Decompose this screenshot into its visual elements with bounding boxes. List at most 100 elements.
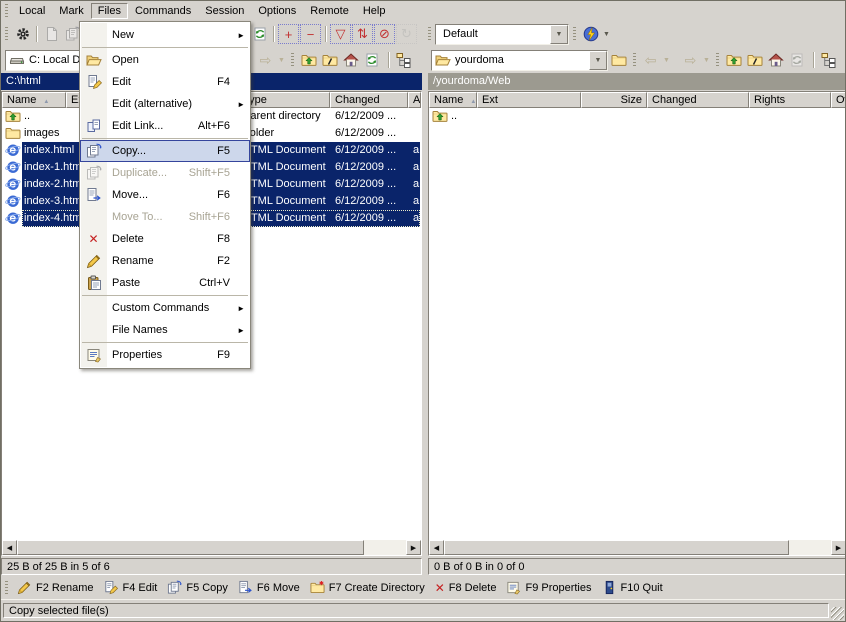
menu-item-custom-commands[interactable]: Custom Commands►: [80, 297, 250, 319]
local-horizontal-scrollbar[interactable]: ◀ ▶: [2, 540, 421, 555]
session-color-dropdown[interactable]: ▼: [601, 24, 612, 44]
f10-quit-button[interactable]: F10 Quit: [597, 578, 668, 597]
f2-rename-button[interactable]: F2 Rename: [12, 578, 98, 597]
synchronize-icon: [252, 26, 268, 42]
file-attr: a: [413, 159, 419, 176]
column-header-ext[interactable]: Ext: [477, 92, 581, 108]
remote-back-button[interactable]: ⇦: [640, 50, 661, 70]
menu-item-copy[interactable]: Copy...F5: [80, 140, 250, 162]
local-go-to-directory-button[interactable]: [319, 50, 340, 70]
copy-icon: [86, 165, 102, 181]
remote-forward-button[interactable]: ⇨: [680, 50, 701, 70]
scroll-right-button[interactable]: ▶: [406, 540, 421, 555]
open-folder-icon: [86, 52, 102, 68]
folder-slash-icon: [322, 52, 338, 68]
menu-item-edit-alternative[interactable]: Edit (alternative)►: [80, 93, 250, 115]
remote-refresh-button[interactable]: [786, 50, 807, 70]
menu-item-file-names[interactable]: File Names►: [80, 319, 250, 341]
toolbar-grip[interactable]: [428, 27, 431, 41]
remote-home-button[interactable]: [765, 50, 786, 70]
local-tree-button[interactable]: [393, 50, 414, 70]
session-combo[interactable]: Default ▼: [435, 24, 569, 45]
toolbar-grip[interactable]: [633, 53, 636, 67]
menu-item-move-to[interactable]: Move To...Shift+F6: [80, 206, 250, 228]
remote-path-bar[interactable]: /yourdoma/Web: [428, 73, 846, 90]
remote-open-directory-button[interactable]: [608, 50, 629, 70]
remote-horizontal-scrollbar[interactable]: ◀ ▶: [429, 540, 846, 555]
local-parent-directory-button[interactable]: [298, 50, 319, 70]
remote-back-dropdown[interactable]: ▼: [661, 50, 672, 70]
submenu-arrow-icon: ►: [237, 31, 245, 40]
menu-remote[interactable]: Remote: [303, 3, 356, 19]
add-to-selection-button[interactable]: +: [278, 24, 299, 44]
local-home-button[interactable]: [340, 50, 361, 70]
menu-files[interactable]: Files: [91, 3, 128, 19]
dropdown-button[interactable]: ▼: [550, 25, 568, 44]
menu-item-duplicate[interactable]: Duplicate...Shift+F5: [80, 162, 250, 184]
session-color-button[interactable]: [580, 24, 601, 44]
swap-panels-button[interactable]: ⇅: [352, 24, 373, 44]
rename-pencil-icon: [86, 253, 102, 269]
remote-dir-combo[interactable]: yourdoma ▼: [431, 50, 608, 71]
toolbar-grip[interactable]: [716, 53, 719, 67]
menu-item-edit-link[interactable]: Edit Link...Alt+F6: [80, 115, 250, 137]
scroll-right-button[interactable]: ▶: [831, 540, 846, 555]
menu-options[interactable]: Options: [251, 3, 303, 19]
column-header-owner[interactable]: Owner: [831, 92, 846, 108]
local-forward-dropdown[interactable]: ▼: [276, 50, 287, 70]
scroll-left-button[interactable]: ◀: [429, 540, 444, 555]
column-header-changed[interactable]: Changed: [330, 92, 408, 108]
menu-local[interactable]: Local: [12, 3, 52, 19]
column-header-name[interactable]: Name▲: [429, 92, 477, 108]
menu-item-new[interactable]: New►: [80, 24, 250, 46]
menu-commands[interactable]: Commands: [128, 3, 198, 19]
menu-item-properties[interactable]: PropertiesF9: [80, 344, 250, 366]
scrollbar-thumb[interactable]: [17, 540, 364, 555]
menu-mark[interactable]: Mark: [52, 3, 90, 19]
remote-go-to-directory-button[interactable]: [744, 50, 765, 70]
f9-properties-button[interactable]: F9 Properties: [501, 578, 596, 597]
menu-item-edit[interactable]: EditF4: [80, 71, 250, 93]
local-refresh-button[interactable]: [361, 50, 382, 70]
menu-item-move[interactable]: Move...F6: [80, 184, 250, 206]
preferences-button[interactable]: [12, 24, 33, 44]
menu-item-paste[interactable]: PasteCtrl+V: [80, 272, 250, 294]
column-header-name[interactable]: Name▲: [2, 92, 66, 108]
log-window-button[interactable]: [41, 24, 62, 44]
menu-item-delete[interactable]: ✕ DeleteF8: [80, 228, 250, 250]
column-header-attr[interactable]: Attr: [408, 92, 421, 108]
remote-parent-directory-button[interactable]: [723, 50, 744, 70]
column-header-rights[interactable]: Rights: [749, 92, 831, 108]
column-header-type[interactable]: Type: [238, 92, 330, 108]
toolbar-grip[interactable]: [5, 27, 8, 41]
toolbar-grip[interactable]: [573, 27, 576, 41]
scroll-left-button[interactable]: ◀: [2, 540, 17, 555]
remote-forward-dropdown[interactable]: ▼: [701, 50, 712, 70]
scrollbar-thumb[interactable]: [444, 540, 789, 555]
f6-move-button[interactable]: F6 Move: [233, 578, 305, 597]
column-header-changed[interactable]: Changed: [647, 92, 749, 108]
f5-copy-button[interactable]: F5 Copy: [162, 578, 233, 597]
menu-item-rename[interactable]: RenameF2: [80, 250, 250, 272]
resize-grip[interactable]: [831, 607, 844, 620]
local-forward-button[interactable]: ⇨: [255, 50, 276, 70]
file-row-parent[interactable]: ..: [430, 108, 845, 125]
menu-session[interactable]: Session: [198, 3, 251, 19]
f4-edit-button[interactable]: F4 Edit: [98, 578, 162, 597]
column-header-size[interactable]: Size: [581, 92, 647, 108]
toolbar-grip[interactable]: [291, 53, 294, 67]
toolbar-grip[interactable]: [5, 581, 8, 595]
filter-button[interactable]: ▽: [330, 24, 351, 44]
menu-help[interactable]: Help: [356, 3, 393, 19]
abort-button[interactable]: ⊘: [374, 24, 395, 44]
file-attr: a: [413, 142, 419, 159]
synchronize-button[interactable]: [249, 24, 270, 44]
remove-from-selection-button[interactable]: −: [300, 24, 321, 44]
menu-item-open[interactable]: Open: [80, 49, 250, 71]
toolbar-grip[interactable]: [5, 4, 8, 18]
remote-tree-button[interactable]: [818, 50, 839, 70]
dropdown-button[interactable]: ▼: [589, 51, 607, 70]
f7-create-directory-button[interactable]: F7 Create Directory: [305, 578, 430, 597]
f8-delete-button[interactable]: ✕F8 Delete: [430, 579, 502, 597]
refresh-session-button[interactable]: ↻: [396, 24, 417, 44]
